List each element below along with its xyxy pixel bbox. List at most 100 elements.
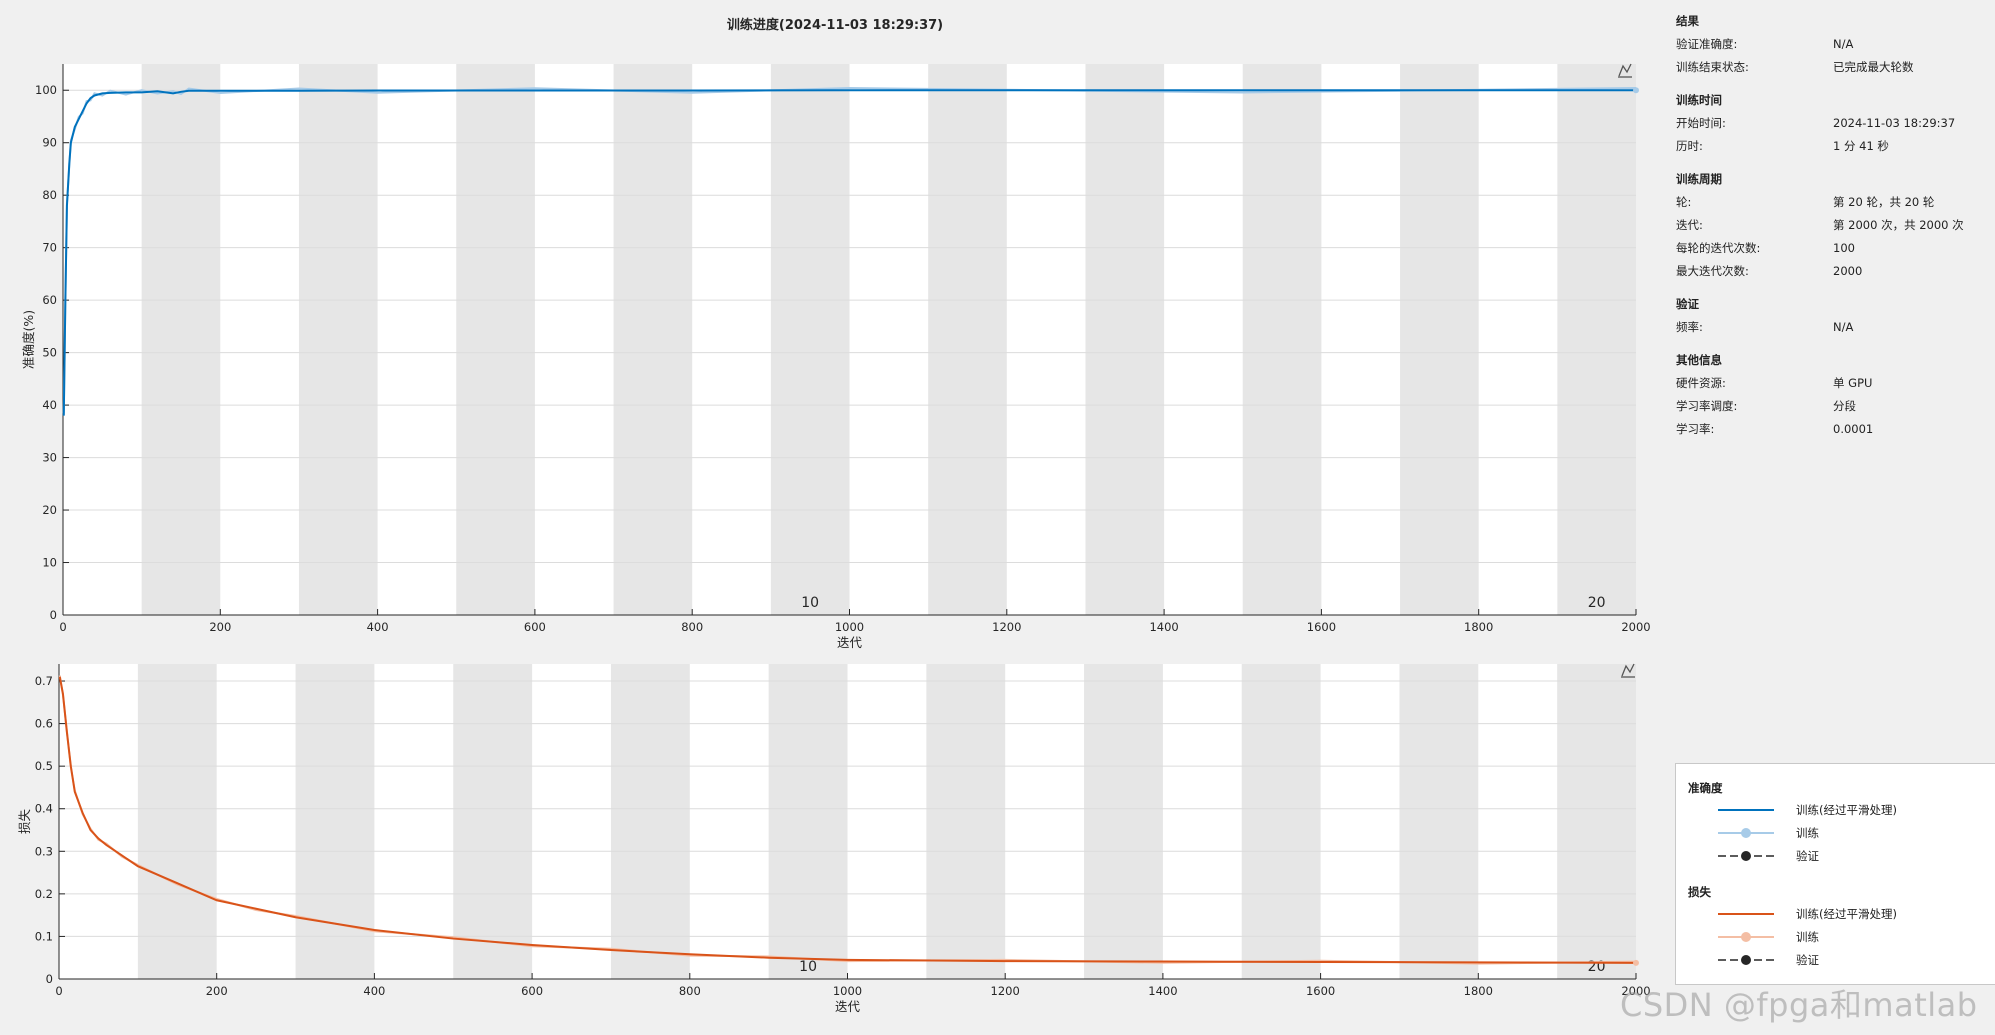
info-row: 每轮的迭代次数: 100 — [1676, 237, 1976, 260]
info-label: 硬件资源: — [1676, 376, 1726, 390]
legend-label: 验证 — [1796, 953, 1819, 967]
info-row: 学习率调度: 分段 — [1676, 395, 1976, 418]
legend-item-acc-raw: 训练 — [1716, 824, 1995, 842]
info-value: 0.0001 — [1833, 422, 1874, 436]
epoch-band — [1400, 64, 1479, 615]
info-value: 单 GPU — [1833, 376, 1873, 390]
epoch-label: 10 — [801, 595, 819, 611]
info-value: 2024-11-03 18:29:37 — [1833, 116, 1956, 130]
time-section: 训练时间 开始时间: 2024-11-03 18:29:37 历时: 1 分 41 … — [1676, 89, 1976, 158]
info-value: 2000 — [1833, 264, 1863, 278]
info-label: 学习率调度: — [1676, 399, 1738, 413]
y-tick-label: 0.7 — [35, 674, 53, 688]
accuracy-axes: 10 200 200 400 600 800 1000 1200 1400 1600 1800 200… — [21, 64, 1651, 650]
y-tick-label: 0.3 — [35, 844, 53, 858]
info-value: 100 — [1833, 241, 1855, 255]
x-tick-label: 400 — [367, 620, 389, 634]
y-tick-label: 0.5 — [35, 759, 53, 773]
cycle-header: 训练周期 — [1676, 172, 1722, 186]
epoch-band — [456, 64, 535, 615]
y-tick-label: 70 — [42, 241, 57, 255]
y-axis-label: 准确度(%) — [21, 310, 36, 369]
epoch-band — [610, 664, 690, 979]
y-tick-label: 0.4 — [35, 802, 53, 816]
y-tick-label: 20 — [42, 503, 57, 517]
y-tick-label: 30 — [42, 451, 57, 465]
y-tick-label: 0.6 — [35, 717, 53, 731]
x-tick-label: 1800 — [1464, 620, 1493, 634]
info-label: 学习率: — [1676, 422, 1715, 436]
epoch-band — [137, 664, 217, 979]
legend-label: 训练(经过平滑处理) — [1796, 907, 1897, 921]
x-tick-label: 0 — [59, 620, 66, 634]
x-tick-label: 200 — [209, 620, 231, 634]
x-tick-label: 1200 — [992, 620, 1021, 634]
epoch-band — [1241, 664, 1321, 979]
legend-label: 验证 — [1796, 849, 1819, 863]
x-tick-label: 1400 — [1148, 984, 1177, 998]
info-panel: 结果 验证准确度: N/A 训练结束状态: 已完成最大轮数 训练时间 开始时间: 20… — [1676, 10, 1976, 451]
validation-section: 验证 频率: N/A — [1676, 293, 1976, 339]
y-tick-label: 0 — [50, 608, 57, 622]
info-row: 最大迭代次数: 2000 — [1676, 260, 1976, 283]
info-row: 学习率: 0.0001 — [1676, 418, 1976, 441]
y-tick-label: 100 — [35, 83, 57, 97]
x-tick-label: 800 — [681, 620, 703, 634]
info-label: 训练结束状态: — [1676, 60, 1749, 74]
legend-item-loss-raw: 训练 — [1716, 928, 1995, 946]
epoch-band — [1399, 664, 1479, 979]
x-tick-label: 2000 — [1621, 620, 1650, 634]
y-tick-label: 60 — [42, 293, 57, 307]
legend-item-acc-smooth: 训练(经过平滑处理) — [1716, 801, 1995, 819]
info-row: 迭代: 第 2000 次，共 2000 次 — [1676, 214, 1976, 237]
y-tick-label: 0 — [46, 972, 53, 986]
epoch-band — [768, 664, 848, 979]
legend-item-loss-val: 验证 — [1716, 951, 1995, 969]
epoch-label: 10 — [799, 959, 817, 975]
x-tick-label: 1000 — [835, 620, 864, 634]
series-end-point — [1633, 959, 1639, 966]
x-tick-label: 1800 — [1464, 984, 1493, 998]
info-value: N/A — [1833, 320, 1854, 334]
loss-axes: 10 200 200 400 600 800 1000 1200 1400 1600 1800 200… — [17, 664, 1651, 1014]
legend-label: 训练(经过平滑处理) — [1796, 803, 1897, 817]
info-label: 开始时间: — [1676, 116, 1726, 130]
x-axis-label: 迭代 — [835, 999, 861, 1014]
legend-loss-header: 损失 — [1688, 885, 1711, 899]
epoch-band — [1085, 64, 1165, 615]
x-tick-label: 800 — [679, 984, 701, 998]
y-tick-label: 90 — [42, 136, 57, 150]
info-value: N/A — [1833, 37, 1854, 51]
chart-title: 训练进度(2024-11-03 18:29:37) — [727, 17, 943, 33]
info-row: 频率: N/A — [1676, 316, 1976, 339]
epoch-band — [141, 64, 221, 615]
series-end-point — [1633, 87, 1639, 94]
y-tick-label: 10 — [42, 556, 57, 570]
info-label: 频率: — [1676, 320, 1703, 334]
other-section: 其他信息 硬件资源: 单 GPU 学习率调度: 分段 学习率: 0.0001 — [1676, 349, 1976, 441]
x-tick-label: 0 — [55, 984, 62, 998]
x-tick-label: 1600 — [1306, 984, 1335, 998]
other-header: 其他信息 — [1676, 353, 1722, 367]
info-label: 每轮的迭代次数: — [1676, 241, 1761, 255]
legend-item-loss-smooth: 训练(经过平滑处理) — [1716, 905, 1995, 923]
epoch-band — [295, 664, 375, 979]
validation-header: 验证 — [1676, 297, 1699, 311]
info-label: 轮: — [1676, 195, 1692, 209]
x-tick-label: 200 — [206, 984, 228, 998]
x-axis-label: 迭代 — [837, 635, 863, 650]
x-tick-label: 1600 — [1307, 620, 1336, 634]
epoch-band — [1557, 64, 1636, 615]
y-tick-label: 0.1 — [35, 929, 53, 943]
info-row: 硬件资源: 单 GPU — [1676, 372, 1976, 395]
info-value: 1 分 41 秒 — [1833, 139, 1889, 153]
cycle-section: 训练周期 轮: 第 20 轮，共 20 轮 迭代: 第 2000 次，共 2000 … — [1676, 168, 1976, 283]
info-row: 验证准确度: N/A — [1676, 33, 1976, 56]
time-header: 训练时间 — [1676, 93, 1722, 107]
y-tick-label: 40 — [42, 398, 57, 412]
results-header: 结果 — [1676, 14, 1699, 28]
legend-item-acc-val: 验证 — [1716, 847, 1995, 865]
epoch-band — [1557, 664, 1636, 979]
epoch-band — [613, 64, 693, 615]
epoch-band — [926, 664, 1006, 979]
